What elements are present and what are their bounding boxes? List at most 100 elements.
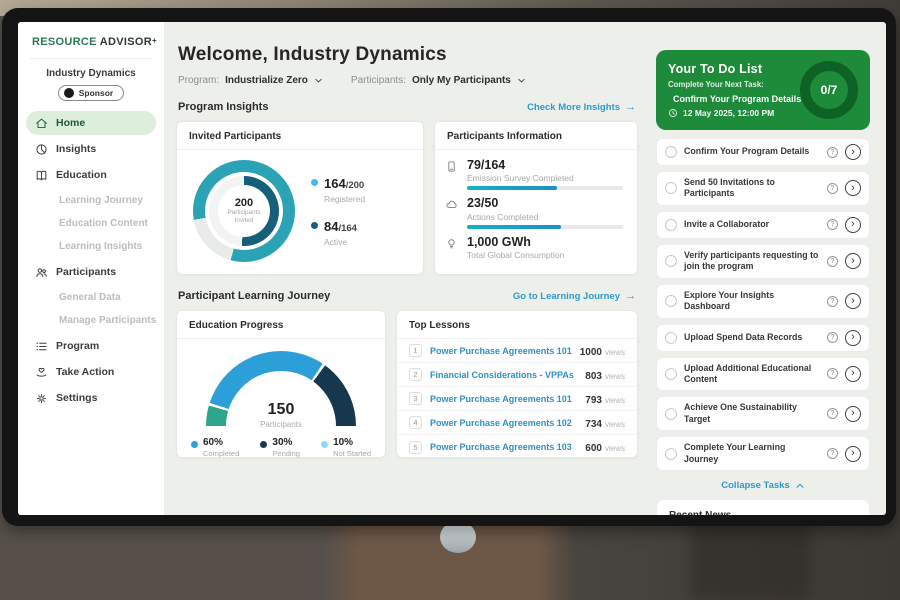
check-more-insights-link[interactable]: Check More Insights → xyxy=(527,101,636,113)
task-checkbox[interactable] xyxy=(665,255,677,267)
arrow-right-icon: → xyxy=(625,290,636,302)
sidebar-item-program[interactable]: Program xyxy=(26,334,156,358)
top-lessons-card: Top Lessons 1 Power Purchase Agreements … xyxy=(396,310,638,458)
sidebar-item-learning-journey[interactable]: Learning Journey xyxy=(18,189,164,212)
card-title: Invited Participants xyxy=(177,122,423,150)
sidebar-item-participants[interactable]: Participants xyxy=(26,260,156,284)
sidebar-item-general-data[interactable]: General Data xyxy=(18,286,164,309)
task-checkbox[interactable] xyxy=(665,219,677,231)
lesson-link[interactable]: Power Purchase Agreements 101 xyxy=(430,394,577,404)
lesson-link[interactable]: Financial Considerations - VPPAs xyxy=(430,370,577,380)
sidebar-item-settings[interactable]: Settings xyxy=(26,386,156,410)
task-checkbox[interactable] xyxy=(665,408,677,420)
education-progress-card: Education Progress 150 Participants 60%C… xyxy=(176,310,386,458)
task-checkbox[interactable] xyxy=(665,368,677,380)
todo-title: Your To Do List xyxy=(668,62,792,76)
task-checkbox[interactable] xyxy=(665,448,677,460)
legend-item-pending: 30%Pending xyxy=(260,437,300,458)
sidebar-item-label: Program xyxy=(56,340,99,352)
page-title: Welcome, Industry Dynamics xyxy=(178,44,638,66)
todo-task[interactable]: Complete Your Learning Journey ? › xyxy=(656,436,870,471)
sidebar-item-education[interactable]: Education xyxy=(26,163,156,187)
collapse-label: Collapse Tasks xyxy=(721,480,789,491)
todo-task[interactable]: Send 50 Invitations to Participants ? › xyxy=(656,171,870,206)
go-to-learning-journey-link[interactable]: Go to Learning Journey → xyxy=(513,290,636,302)
info-icon[interactable]: ? xyxy=(827,296,838,307)
program-icon xyxy=(35,340,48,353)
legend-item-not-started: 10%Not Started xyxy=(321,437,371,458)
participants-filter-value[interactable]: Only My Participants xyxy=(412,75,511,86)
sidebar-item-manage-participants[interactable]: Manage Participants xyxy=(18,309,164,332)
gauge-center-value: 150 xyxy=(206,402,356,418)
program-filter-value[interactable]: Industrialize Zero xyxy=(225,75,308,86)
sidebar-item-learning-insights[interactable]: Learning Insights xyxy=(18,235,164,258)
logo-plus: + xyxy=(152,36,157,45)
info-icon[interactable]: ? xyxy=(827,368,838,379)
metric-emission-survey: 79/164 Emission Survey Completed xyxy=(445,158,623,190)
lesson-link[interactable]: Power Purchase Agreements 103 xyxy=(430,442,577,452)
task-chevron-icon[interactable]: › xyxy=(845,253,861,269)
sidebar: RESOURCEADVISOR+ Industry Dynamics Spons… xyxy=(18,22,164,515)
task-checkbox[interactable] xyxy=(665,182,677,194)
lesson-link[interactable]: Power Purchase Agreements 102 xyxy=(430,418,577,428)
task-chevron-icon[interactable]: › xyxy=(845,330,861,346)
task-checkbox[interactable] xyxy=(665,332,677,344)
card-title: Education Progress xyxy=(177,311,385,339)
legend-dot xyxy=(191,441,198,448)
link-label: Go to Learning Journey xyxy=(513,291,620,302)
program-filter-label: Program: xyxy=(178,75,219,86)
info-icon[interactable]: ? xyxy=(827,219,838,230)
invited-donut-chart: 200 Participants Invited xyxy=(193,160,295,262)
recent-news-card: Recent News xyxy=(656,499,870,515)
lesson-rank: 3 xyxy=(409,392,422,405)
task-chevron-icon[interactable]: › xyxy=(845,446,861,462)
participants-icon xyxy=(35,266,48,279)
chevron-down-icon[interactable] xyxy=(517,76,526,85)
todo-progress-ring: 0/7 xyxy=(800,61,858,119)
info-icon[interactable]: ? xyxy=(827,332,838,343)
todo-task[interactable]: Achieve One Sustainability Target ? › xyxy=(656,396,870,431)
task-chevron-icon[interactable]: › xyxy=(845,217,861,233)
todo-task[interactable]: Upload Spend Data Records ? › xyxy=(656,324,870,352)
sponsor-badge[interactable]: Sponsor xyxy=(58,85,124,101)
todo-task[interactable]: Upload Additional Educational Content ? … xyxy=(656,357,870,392)
info-icon[interactable]: ? xyxy=(827,256,838,267)
task-chevron-icon[interactable]: › xyxy=(845,366,861,382)
sidebar-item-label: Settings xyxy=(56,392,97,404)
todo-task[interactable]: Explore Your Insights Dashboard ? › xyxy=(656,284,870,319)
card-title: Participants Information xyxy=(435,122,637,150)
task-chevron-icon[interactable]: › xyxy=(845,406,861,422)
sidebar-item-education-content[interactable]: Education Content xyxy=(18,212,164,235)
progress-fill xyxy=(467,186,557,190)
task-chevron-icon[interactable]: › xyxy=(845,144,861,160)
info-icon[interactable]: ? xyxy=(827,448,838,459)
consumption-icon xyxy=(445,237,458,250)
lesson-rank: 4 xyxy=(409,416,422,429)
lesson-link[interactable]: Power Purchase Agreements 101 xyxy=(430,346,572,356)
section-heading: Participant Learning Journey xyxy=(178,290,330,302)
app-logo: RESOURCEADVISOR+ xyxy=(18,36,164,48)
info-icon[interactable]: ? xyxy=(827,147,838,158)
education-legend: 60%Completed 30%Pending 10%Not Started xyxy=(177,429,385,458)
lesson-rank: 1 xyxy=(409,344,422,357)
task-checkbox[interactable] xyxy=(665,295,677,307)
task-chevron-icon[interactable]: › xyxy=(845,293,861,309)
insights-icon xyxy=(35,143,48,156)
chevron-down-icon[interactable] xyxy=(314,76,323,85)
sidebar-item-insights[interactable]: Insights xyxy=(26,137,156,161)
info-icon[interactable]: ? xyxy=(827,183,838,194)
collapse-tasks-link[interactable]: Collapse Tasks xyxy=(656,480,870,491)
sidebar-item-take-action[interactable]: Take Action xyxy=(26,360,156,384)
todo-task[interactable]: Confirm Your Program Details ? › xyxy=(656,138,870,166)
todo-task[interactable]: Verify participants requesting to join t… xyxy=(656,244,870,279)
task-chevron-icon[interactable]: › xyxy=(845,180,861,196)
invited-legend: 164/200 Registered 84/164 Active xyxy=(311,175,365,247)
task-checkbox[interactable] xyxy=(665,146,677,158)
todo-column: Your To Do List Complete Your Next Task:… xyxy=(656,50,870,515)
lesson-row: 2 Financial Considerations - VPPAs 803vi… xyxy=(397,363,637,387)
todo-task[interactable]: Invite a Collaborator ? › xyxy=(656,211,870,239)
divider xyxy=(30,58,152,59)
info-icon[interactable]: ? xyxy=(827,408,838,419)
background-shadow-band xyxy=(690,514,810,600)
sidebar-item-home[interactable]: Home xyxy=(26,111,156,135)
